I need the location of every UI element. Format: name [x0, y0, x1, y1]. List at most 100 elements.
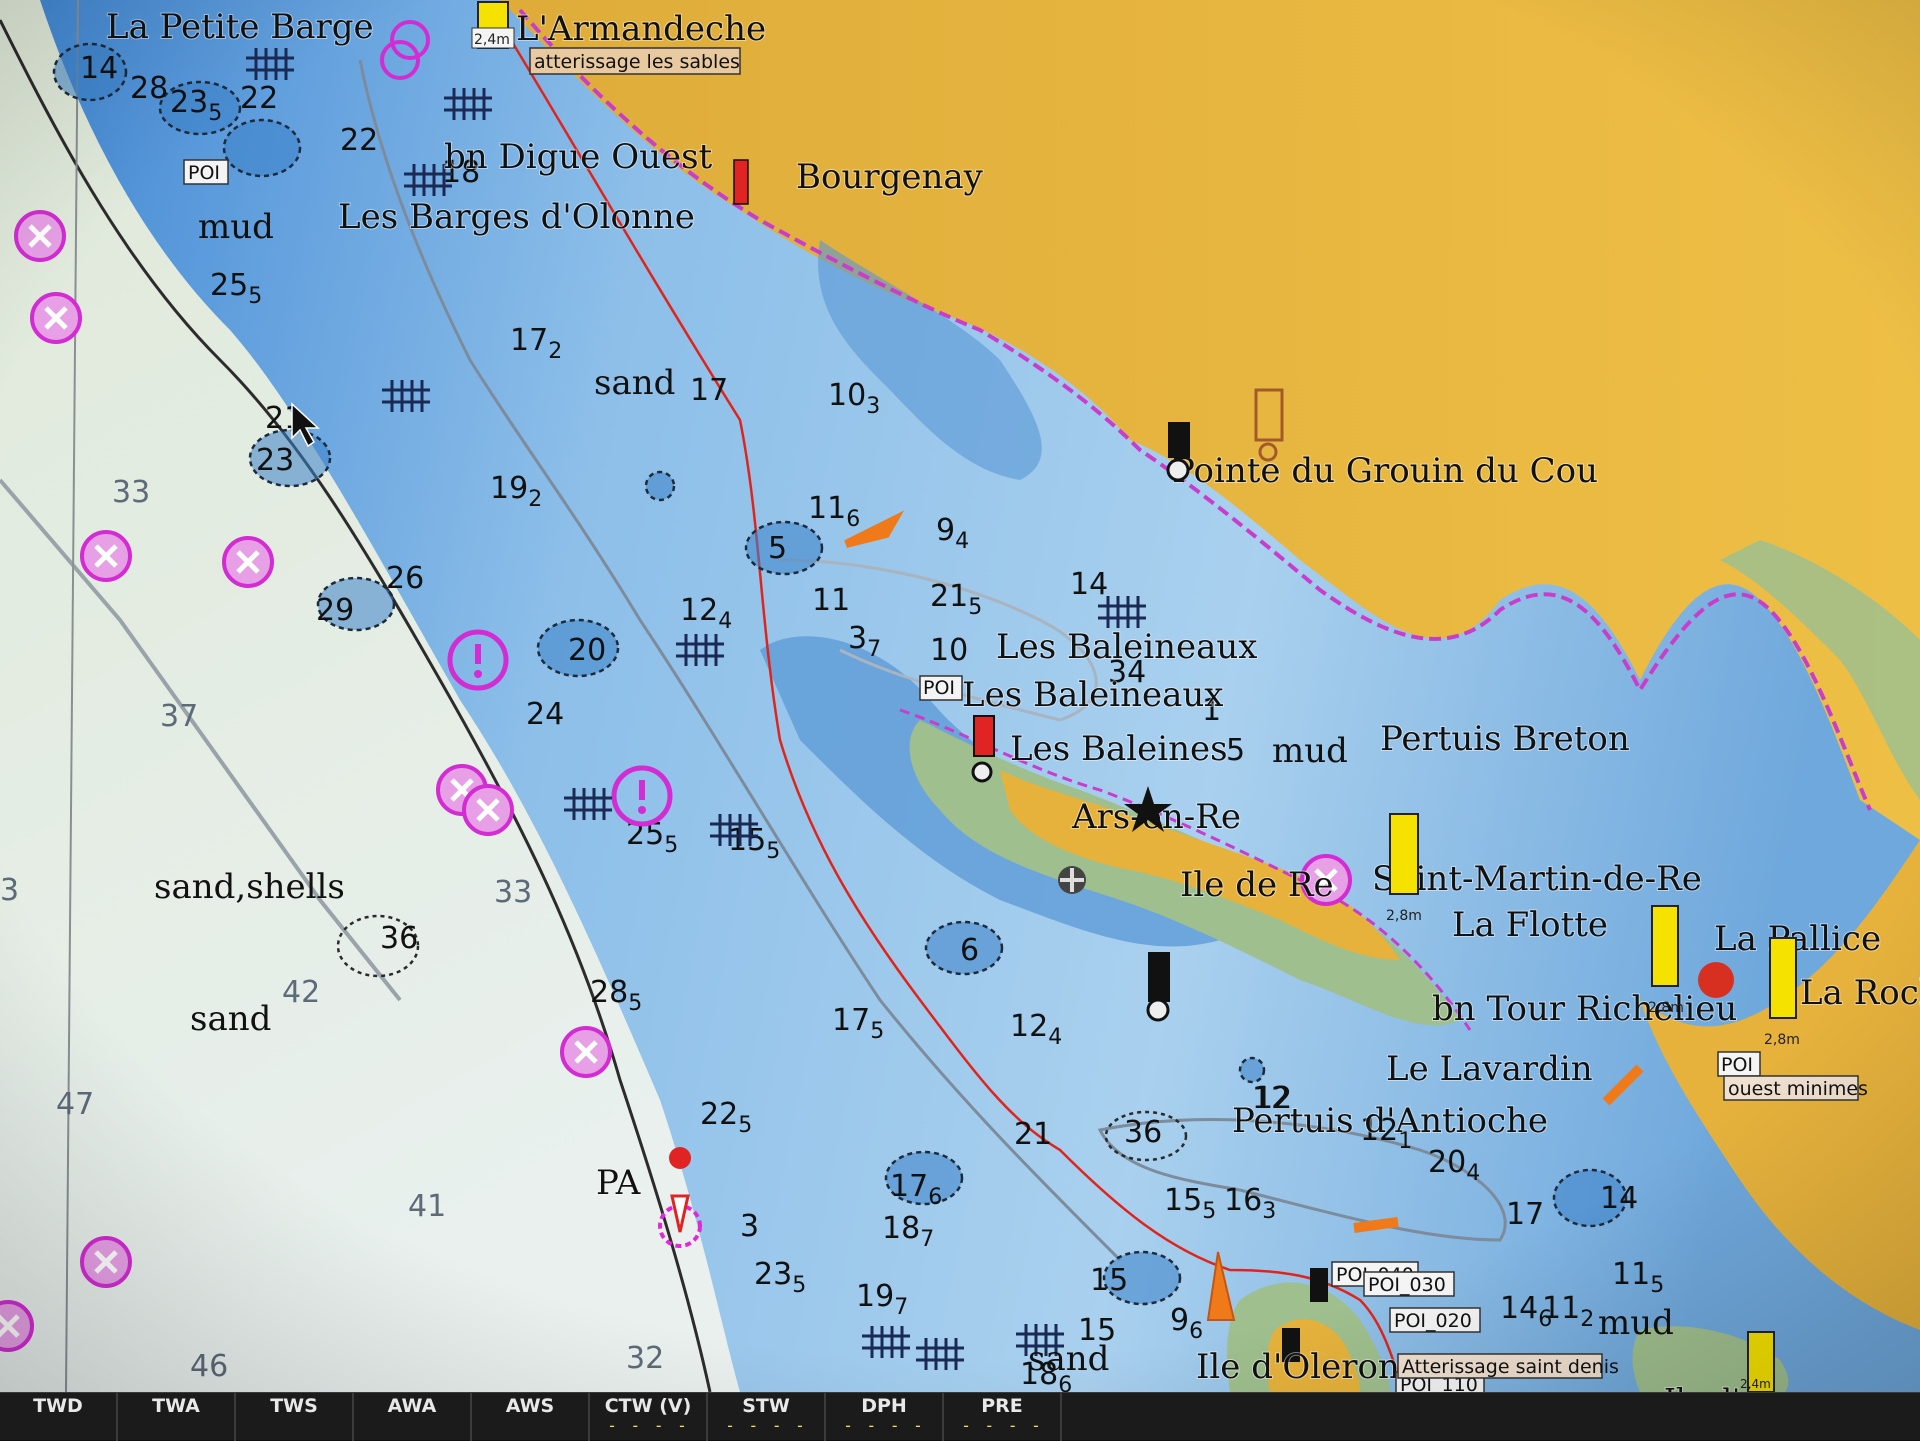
deep-depth-sounding: 47 — [56, 1087, 94, 1122]
depth-sounding: 6 — [960, 933, 979, 968]
place-ile-de-re[interactable]: Ile de Re — [1179, 864, 1335, 906]
depth-sounding-whole: 18 — [882, 1211, 920, 1246]
depth-sounding-decimal: 5 — [792, 1273, 806, 1298]
ouest-minimes-tag[interactable]: ouest minimes — [1723, 1075, 1868, 1101]
depth-sounding: 17 — [690, 373, 728, 408]
place-la-pallice[interactable]: La Pallice — [1713, 918, 1882, 960]
obstruction-icon[interactable] — [80, 530, 132, 582]
instrument-cell-pre[interactable]: PRE - - - - — [944, 1393, 1062, 1441]
depth-sounding-whole: 12 — [1010, 1009, 1048, 1044]
obstruction-icon[interactable] — [560, 1026, 612, 1078]
depth-sounding: 14 — [80, 51, 118, 86]
place-la-petite-barge[interactable]: La Petite Barge — [105, 6, 375, 48]
baleines-lighthouse-icon[interactable] — [971, 715, 995, 783]
place-ile-d-oleron[interactable]: Ile d'Oleron — [1195, 1346, 1401, 1388]
place-les-baleines[interactable]: Les Baleines — [1009, 728, 1229, 770]
instrument-value: - - - - — [843, 1416, 925, 1435]
depth-sounding-whole: 9 — [936, 513, 955, 548]
ile-de-re-beacon-icon[interactable] — [1146, 952, 1170, 1022]
obstruction-icon[interactable] — [14, 210, 66, 262]
poi-tag-2[interactable]: POI — [919, 675, 963, 701]
depth-sounding-whole: 10 — [828, 378, 866, 413]
instrument-cell-twa[interactable]: TWA — [118, 1393, 236, 1441]
lighthouse-icon[interactable] — [1166, 422, 1190, 482]
beacon-icon[interactable] — [1310, 1268, 1328, 1302]
instrument-cell-tws[interactable]: TWS — [236, 1393, 354, 1441]
deep-depth-sounding: 32 — [626, 1341, 664, 1376]
instrument-cell-ctw-v[interactable]: CTW (V) - - - - — [590, 1393, 708, 1441]
deep-depth-sounding: 42 — [282, 975, 320, 1010]
depth-sounding-whole: 16 — [1224, 1183, 1262, 1218]
instrument-label: AWS — [505, 1395, 555, 1417]
tide-gauge-2[interactable]: 2,8m — [1386, 813, 1422, 924]
depth-sounding-whole: 15 — [1164, 1183, 1202, 1218]
depth-sounding-decimal: 5 — [1650, 1273, 1664, 1298]
svg-text:2,8m: 2,8m — [1386, 908, 1422, 924]
place-saint-martin-de-re[interactable]: Saint-Martin-de-Re — [1371, 858, 1703, 900]
tide-gauge-1[interactable]: 2,4m — [471, 1, 515, 49]
depth-sounding-decimal: 2 — [548, 339, 562, 364]
seabed-sand-3: sand — [1028, 1339, 1109, 1379]
depth-sounding: 28 — [130, 71, 168, 106]
atterissage-saint-denis-tag[interactable]: Atterissage saint denis — [1397, 1353, 1619, 1379]
instrument-cell-dph[interactable]: DPH - - - - — [826, 1393, 944, 1441]
obstruction-icon[interactable] — [0, 1300, 34, 1352]
obstruction-icon[interactable] — [222, 536, 274, 588]
place-les-barges-d-olonne[interactable]: Les Barges d'Olonne — [337, 196, 696, 238]
place-la-flotte[interactable]: La Flotte — [1451, 904, 1609, 946]
depth-sounding-decimal: 7 — [894, 1295, 908, 1320]
instrument-bar: TWD TWA TWS AWA AWS CTW (V) - - - - STW - - - -D… — [0, 1392, 1920, 1441]
poi-020-tag[interactable]: POI_020 — [1389, 1307, 1481, 1333]
poi-tag-1[interactable]: POI — [183, 159, 229, 185]
place-les-baleineaux-1[interactable]: Les Baleineaux — [995, 626, 1258, 668]
instrument-cell-stw[interactable]: STW - - - - — [708, 1393, 826, 1441]
depth-sounding-decimal: 5 — [968, 595, 982, 620]
depth-sounding-whole: 23 — [754, 1257, 792, 1292]
seabed-sand-shells: sand,shells — [154, 867, 345, 907]
nautical-chart[interactable]: 1428 235 222225517217 1032123192 11659412411… — [0, 0, 1920, 1440]
obstruction-icon[interactable] — [30, 292, 82, 344]
poi-030-tag[interactable]: POI_030 — [1363, 1271, 1455, 1297]
depth-sounding-decimal: 6 — [1189, 1319, 1203, 1344]
place-l-armandeche[interactable]: L'Armandeche — [515, 8, 767, 50]
instrument-label: TWS — [270, 1395, 318, 1417]
depth-sounding-decimal: 3 — [1262, 1199, 1276, 1224]
deep-depth-sounding: 41 — [408, 1189, 446, 1224]
depth-sounding-whole: 19 — [856, 1279, 894, 1314]
depth-sounding-whole: 11 — [808, 491, 846, 526]
depth-sounding-whole: 28 — [590, 975, 628, 1010]
depth-sounding: 26 — [386, 561, 424, 596]
svg-text:POI: POI — [188, 162, 220, 184]
tide-gauge-4[interactable]: 2,8m — [1764, 937, 1800, 1048]
place-bn-tour-richelieu[interactable]: bn Tour Richelieu — [1431, 988, 1738, 1030]
depth-sounding: 36 — [380, 921, 418, 956]
instrument-label: CTW (V) — [604, 1395, 692, 1417]
tide-gauge-3[interactable]: 2,8m — [1648, 905, 1684, 1016]
depth-sounding: 17 — [1506, 1197, 1544, 1232]
instrument-value: - - - - — [607, 1416, 689, 1435]
place-pa[interactable]: PA — [595, 1162, 642, 1204]
place-pertuis-d-antioche[interactable]: Pertuis d'Antioche — [1231, 1100, 1549, 1142]
place-la-rochelle[interactable]: La Roche — [1799, 972, 1920, 1014]
obstruction-icon[interactable] — [462, 784, 514, 836]
red-beacon-icon[interactable] — [733, 159, 749, 205]
place-bn-digue-ouest[interactable]: bn Digue Ouest — [443, 136, 714, 178]
instrument-cell-aws[interactable]: AWS — [472, 1393, 590, 1441]
depth-sounding-decimal: 6 — [846, 507, 860, 532]
depth-sounding-decimal: 5 — [664, 833, 678, 858]
seabed-sand-2: sand — [190, 999, 271, 1039]
poi-tag-3[interactable]: POI — [1717, 1051, 1761, 1077]
place-pointe-du-grouin-du-cou[interactable]: Pointe du Grouin du Cou — [1171, 450, 1599, 492]
instrument-cell-awa[interactable]: AWA — [354, 1393, 472, 1441]
place-le-lavardin[interactable]: Le Lavardin — [1385, 1048, 1594, 1090]
place-les-baleineaux-2[interactable]: Les Baleineaux — [961, 674, 1224, 716]
seabed-mud-3: mud — [1598, 1303, 1674, 1343]
atterissage-sables-tag[interactable]: atterissage les sables — [529, 47, 741, 75]
depth-sounding-whole: 12 — [680, 593, 718, 628]
obstruction-icon[interactable] — [80, 1236, 132, 1288]
instrument-cell-twd[interactable]: TWD — [0, 1393, 118, 1441]
instrument-label: TWD — [33, 1395, 83, 1417]
depth-sounding-decimal: 4 — [1466, 1161, 1480, 1186]
place-bourgenay[interactable]: Bourgenay — [795, 156, 985, 198]
place-pertuis-breton[interactable]: Pertuis Breton — [1379, 718, 1631, 760]
